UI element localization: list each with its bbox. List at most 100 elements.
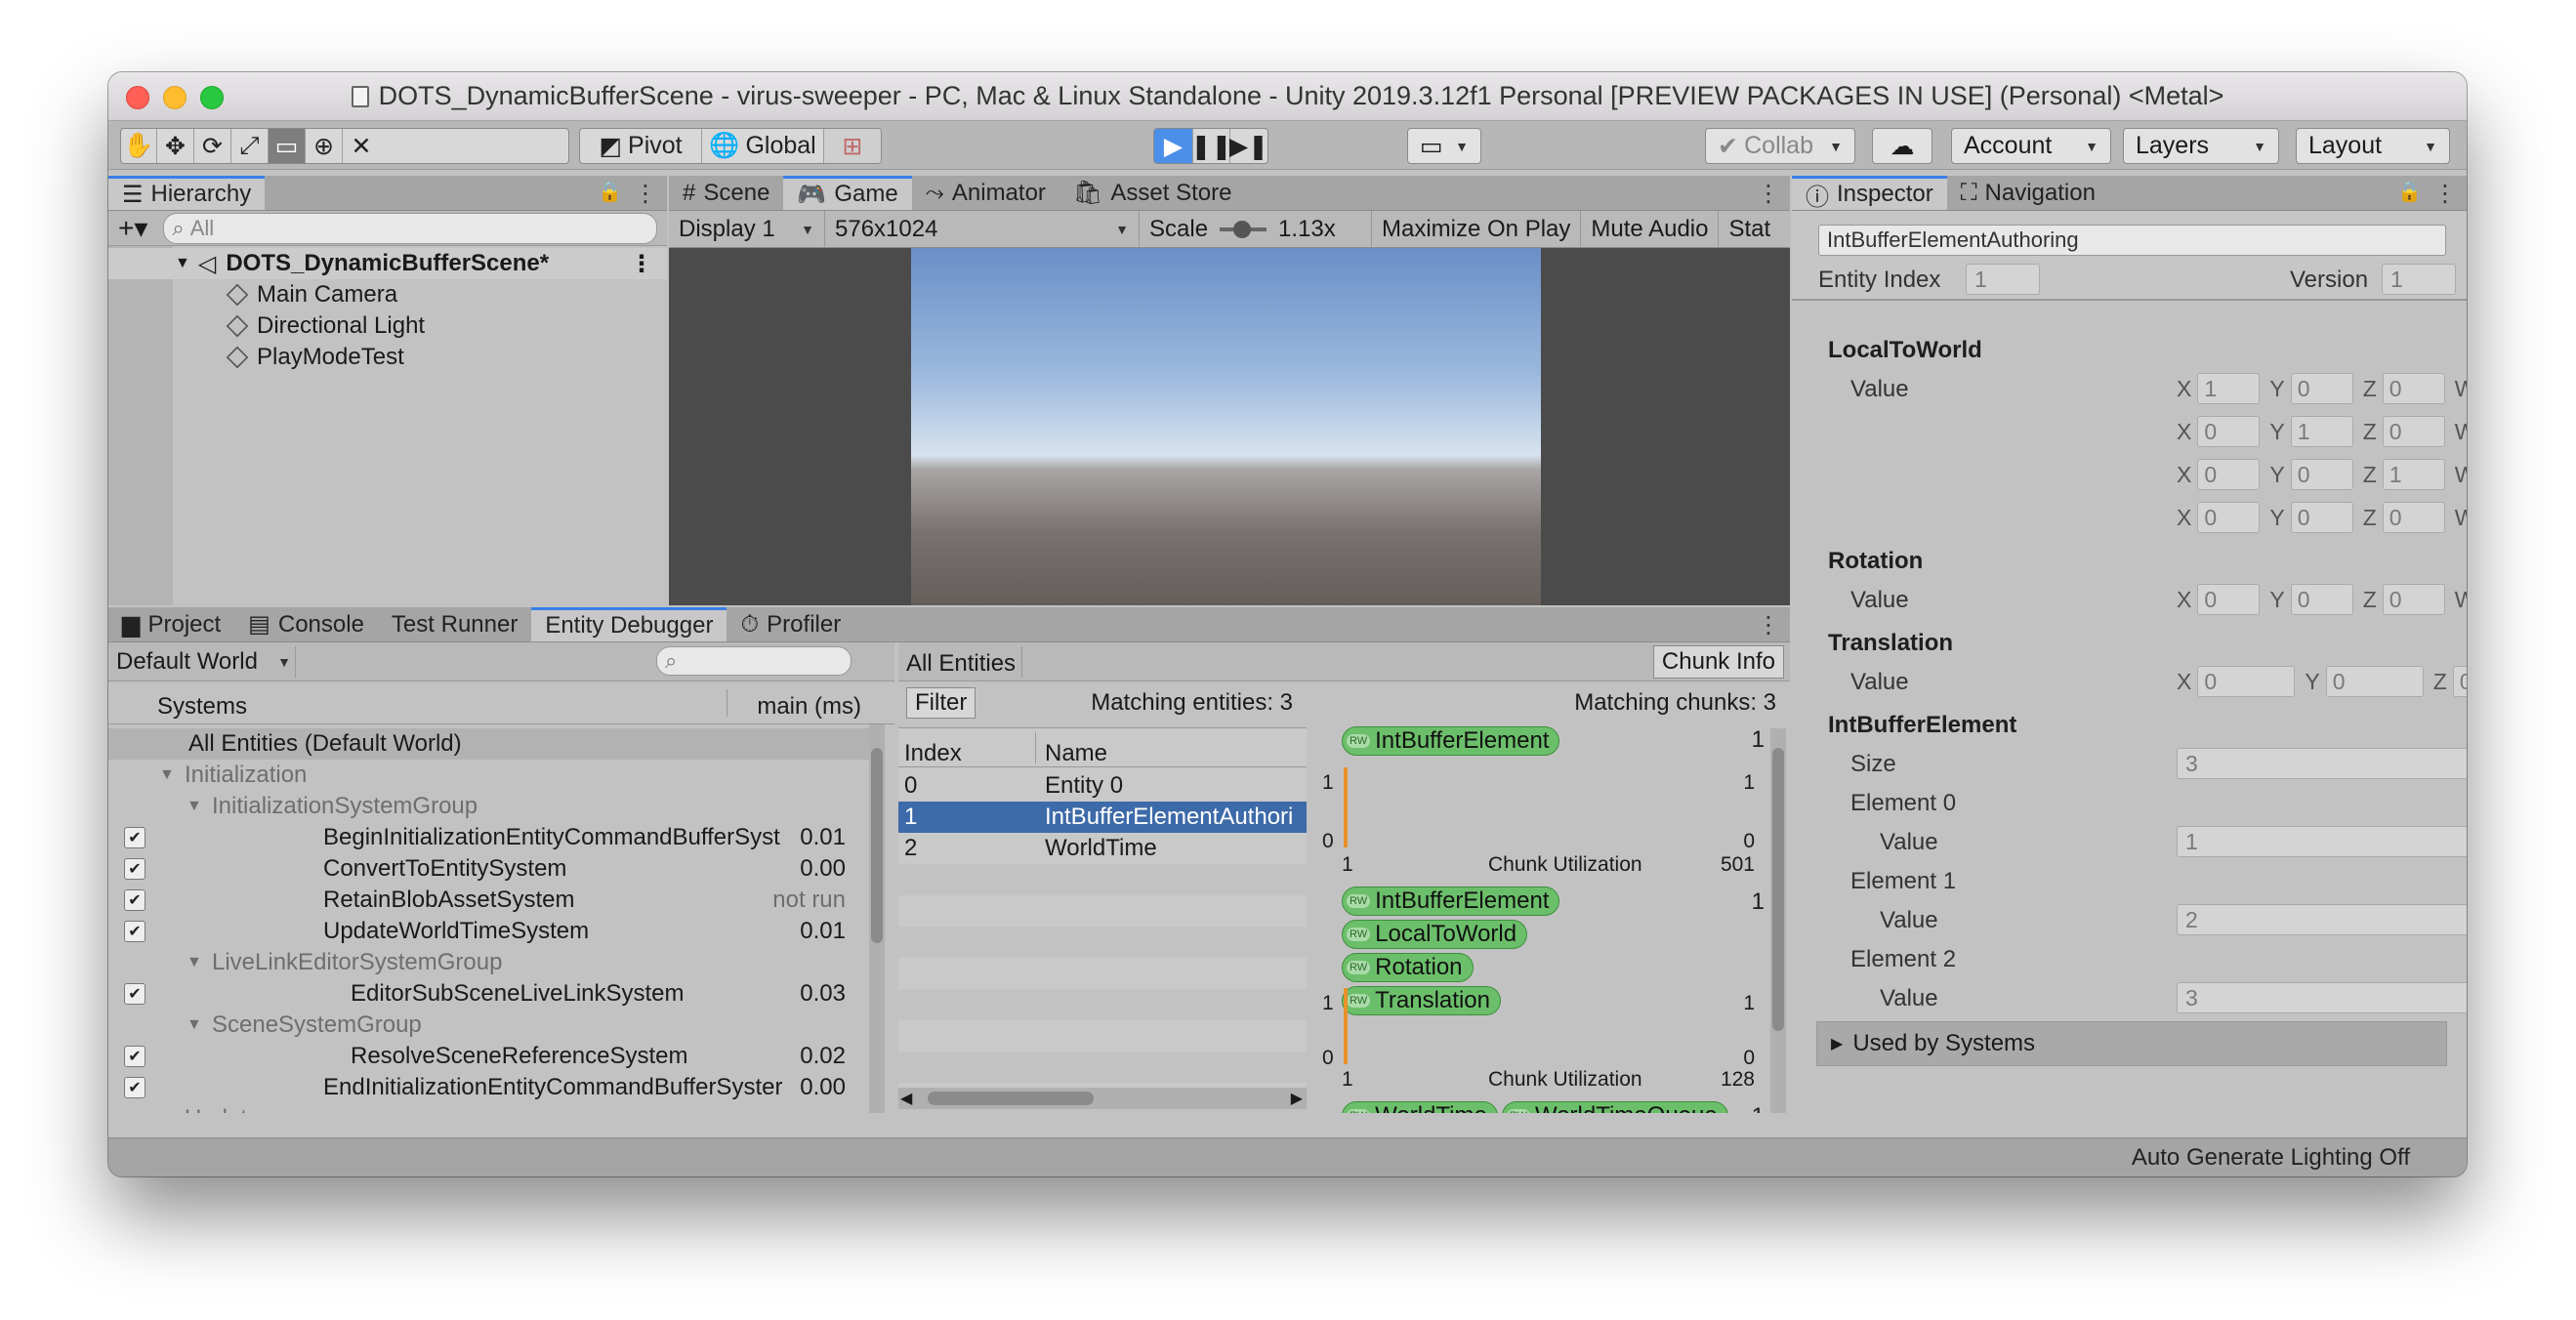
grid-snap-icon[interactable]: ⊞ — [824, 129, 881, 163]
scene-menu-icon[interactable]: ⋮ — [630, 250, 653, 278]
hierarchy-item-playmodetest[interactable]: PlayModeTest — [108, 342, 667, 373]
mute-audio-toggle[interactable]: Mute Audio — [1581, 211, 1720, 247]
name-header[interactable]: Name — [1045, 740, 1107, 767]
lock-icon[interactable]: 🔒 — [598, 180, 622, 204]
tab-inspector[interactable]: ⓘ Inspector — [1792, 176, 1947, 211]
close-window-button[interactable] — [126, 86, 149, 109]
index-header[interactable]: Index — [904, 740, 962, 767]
entity-row[interactable]: 0 Entity 0 — [898, 770, 1307, 802]
entities-hscrollbar[interactable]: ◀ ▶ — [898, 1088, 1307, 1109]
hand-tool-icon[interactable]: ✋ — [121, 129, 157, 163]
chunk-info-button[interactable]: Chunk Info — [1652, 645, 1784, 679]
inspector-menu-icon[interactable]: ⋮ — [2433, 180, 2457, 208]
system-enabled-checkbox[interactable]: ✔ — [124, 1046, 145, 1067]
scale-slider[interactable]: Scale 1.13x — [1140, 211, 1372, 247]
game-viewport[interactable] — [669, 248, 1790, 605]
system-row[interactable]: ✔ UpdateWorldTimeSystem 0.01 — [108, 916, 879, 947]
expand-arrow-icon[interactable]: ▼ — [187, 1016, 202, 1034]
scale-slider-thumb[interactable] — [1233, 220, 1252, 238]
expand-arrow-icon[interactable]: ▼ — [159, 1110, 175, 1113]
maximize-window-button[interactable] — [200, 86, 224, 109]
systems-scroll-thumb[interactable] — [871, 748, 883, 943]
systems-header-label[interactable]: Systems — [157, 693, 247, 721]
system-enabled-checkbox[interactable]: ✔ — [124, 921, 145, 942]
device-dropdown[interactable]: ▭ ▼ — [1407, 128, 1481, 164]
entity-name-field[interactable]: IntBufferElementAuthoring — [1818, 225, 2446, 256]
account-dropdown[interactable]: Account ▼ — [1951, 128, 2111, 164]
system-enabled-checkbox[interactable]: ✔ — [124, 827, 145, 848]
system-row[interactable]: ✔ ResolveSceneReferenceSystem 0.02 — [108, 1041, 879, 1072]
lighting-status[interactable]: Auto Generate Lighting Off — [2132, 1144, 2410, 1172]
system-group-row[interactable]: ▼ Update — [108, 1103, 879, 1113]
step-button[interactable]: ▶❚ — [1229, 129, 1267, 163]
hierarchy-item-main-camera[interactable]: Main Camera — [108, 279, 667, 310]
expand-arrow-icon[interactable]: ▼ — [159, 766, 175, 784]
custom-tool-icon[interactable]: ✕ — [343, 129, 380, 163]
hierarchy-menu-icon[interactable]: ⋮ — [634, 180, 657, 208]
pause-button[interactable]: ❚❚ — [1191, 129, 1231, 163]
rotate-tool-icon[interactable]: ⟳ — [194, 129, 231, 163]
tab-console[interactable]: ▤ Console — [234, 607, 378, 641]
scale-slider-track[interactable] — [1220, 220, 1267, 238]
minimize-window-button[interactable] — [163, 86, 187, 109]
rect-tool-icon[interactable]: ▭ — [269, 129, 306, 163]
system-row[interactable]: ✔ EditorSubSceneLiveLinkSystem 0.03 — [108, 978, 879, 1010]
tab-entity-debugger[interactable]: Entity Debugger — [531, 607, 727, 641]
chunks-scrollbar[interactable] — [1770, 728, 1786, 1113]
tab-project[interactable]: ▆ Project — [108, 607, 234, 641]
scale-tool-icon[interactable]: ⤢ — [231, 129, 269, 163]
tab-profiler[interactable]: ⏱ Profiler — [727, 607, 854, 641]
tab-hierarchy[interactable]: ☰ Hierarchy — [108, 176, 266, 210]
chunk-card[interactable]: RW WorldTime RW WorldTimeQueue 1 — [1307, 1101, 1770, 1113]
scroll-right-icon[interactable]: ▶ — [1291, 1089, 1303, 1108]
tab-navigation[interactable]: ⛶ Navigation — [1947, 176, 2109, 210]
filter-button[interactable]: Filter — [906, 687, 976, 719]
lock-icon[interactable]: 🔒 — [2397, 180, 2422, 204]
all-entities-row[interactable]: All Entities (Default World) — [108, 728, 879, 760]
layers-dropdown[interactable]: Layers ▼ — [2123, 128, 2279, 164]
system-group-row[interactable]: ▼ InitializationSystemGroup — [108, 791, 879, 822]
scroll-left-icon[interactable]: ◀ — [900, 1089, 912, 1108]
system-row[interactable]: ✔ RetainBlobAssetSystem not run — [108, 885, 879, 916]
hierarchy-item-directional-light[interactable]: Directional Light — [108, 310, 667, 342]
entity-debugger-menu-icon[interactable]: ⋮ — [1757, 611, 1780, 639]
stats-toggle[interactable]: Stat — [1719, 211, 1780, 247]
scene-root-row[interactable]: ▼ ◁ DOTS_DynamicBufferScene* ⋮ — [108, 248, 667, 279]
system-row[interactable]: ✔ ConvertToEntitySystem 0.00 — [108, 853, 879, 885]
used-by-systems-foldout[interactable]: ▶ Used by Systems — [1816, 1021, 2447, 1066]
game-menu-icon[interactable]: ⋮ — [1757, 180, 1780, 208]
play-button[interactable]: ▶ — [1154, 129, 1193, 163]
cloud-button[interactable]: ☁ — [1872, 128, 1932, 164]
chunk-card[interactable]: RW IntBufferElement RW LocalToWorld RW Rota… — [1307, 887, 1770, 1091]
tab-scene[interactable]: # Scene — [669, 176, 783, 210]
system-group-row[interactable]: ▼ Initialization — [108, 760, 879, 791]
system-group-row[interactable]: ▼ SceneSystemGroup — [108, 1010, 879, 1041]
move-tool-icon[interactable]: ✥ — [157, 129, 194, 163]
tab-test-runner[interactable]: Test Runner — [378, 607, 531, 641]
entity-row[interactable]: 2 WorldTime — [898, 833, 1307, 864]
system-row[interactable]: ✔ EndInitializationEntityCommandBufferSys… — [108, 1072, 879, 1103]
systems-scrollbar[interactable] — [869, 724, 885, 1113]
entities-hscroll-thumb[interactable] — [928, 1092, 1094, 1105]
entity-row-selected[interactable]: 1 IntBufferElementAuthori — [898, 802, 1307, 833]
world-dropdown[interactable]: Default World ▼ — [112, 646, 296, 678]
tab-asset-store[interactable]: 🛍 Asset Store — [1059, 176, 1246, 210]
expand-arrow-icon[interactable]: ▼ — [175, 255, 190, 272]
system-group-row[interactable]: ▼ LiveLinkEditorSystemGroup — [108, 947, 879, 978]
systems-search-input[interactable]: ⌕ — [656, 646, 852, 676]
collab-dropdown[interactable]: ✔ Collab ▼ — [1705, 128, 1855, 164]
expand-arrow-icon[interactable]: ▼ — [187, 798, 202, 815]
main-ms-header-label[interactable]: main (ms) — [757, 693, 861, 721]
create-plus-icon[interactable]: +▾ — [118, 212, 147, 244]
chunks-scroll-thumb[interactable] — [1772, 748, 1784, 1031]
system-row[interactable]: ✔ BeginInitializationEntityCommandBufferS… — [108, 822, 879, 853]
system-enabled-checkbox[interactable]: ✔ — [124, 983, 145, 1005]
chunk-card[interactable]: RW IntBufferElement 1 1 0 1 0 1 Chunk Uti… — [1307, 721, 1770, 876]
global-button[interactable]: 🌐 Global — [702, 129, 824, 163]
system-enabled-checkbox[interactable]: ✔ — [124, 1077, 145, 1098]
layout-dropdown[interactable]: Layout ▼ — [2296, 128, 2450, 164]
system-enabled-checkbox[interactable]: ✔ — [124, 858, 145, 880]
pivot-button[interactable]: ◩ Pivot — [580, 129, 702, 163]
tab-game[interactable]: 🎮 Game — [783, 176, 912, 210]
resolution-dropdown[interactable]: 576x1024 ▼ — [825, 211, 1140, 247]
